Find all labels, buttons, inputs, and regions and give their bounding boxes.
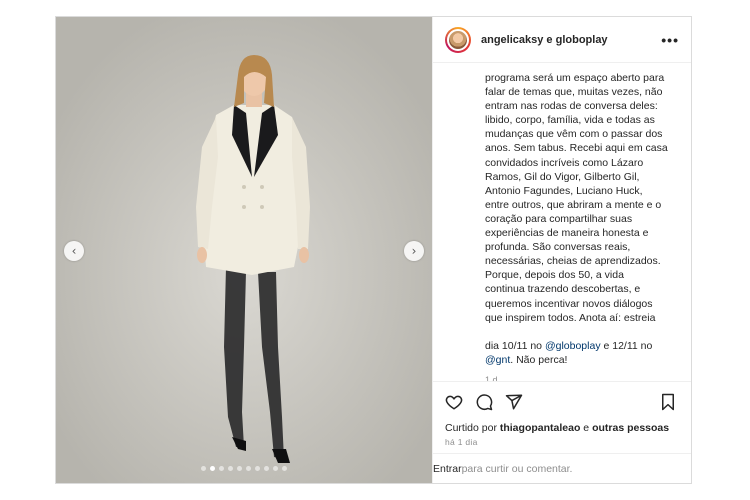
likes-summary: Curtido por thiagopantaleao e outras pes… [433,421,691,435]
carousel-prev-button[interactable]: ‹ [64,241,84,261]
post-date[interactable]: há 1 dia [433,435,691,447]
chevron-right-icon: › [411,244,417,258]
post-sidebar: angelicaksy e globoplay ••• programa ser… [432,17,691,483]
caption-tail-pre: dia 10/11 no [485,339,545,352]
avatar-image [447,28,469,51]
liked-by-others[interactable]: outras pessoas [592,422,669,434]
post-caption: programa será um espaço aberto para fala… [433,63,691,381]
action-bar [433,381,691,421]
caption-text: programa será um espaço aberto para fala… [485,72,668,324]
bookmark-icon[interactable] [657,391,679,413]
carousel-dot-active [210,466,215,471]
liked-by-prefix: Curtido por [445,422,500,434]
comment-prompt[interactable]: Entrar para curtir ou comentar. [433,453,691,483]
comment-prompt-text: para curtir ou comentar. [461,462,573,475]
avatar[interactable] [445,26,471,53]
caption-tail: dia 10/11 no @globoplay e 12/11 no @gnt. … [485,325,677,367]
mention-globoplay[interactable]: @globoplay [545,340,601,352]
carousel-dot [282,466,287,471]
carousel-dot [255,466,260,471]
post-photo[interactable]: ‹ › [56,17,432,483]
post-header: angelicaksy e globoplay ••• [433,17,691,63]
mention-gnt[interactable]: @gnt [485,354,510,366]
comment-icon[interactable] [473,391,495,413]
carousel-dot [264,466,269,471]
instagram-post: ‹ › angelicaksy e globoplay ••• programa… [55,16,692,484]
carousel-dot [228,466,233,471]
carousel-dot [246,466,251,471]
carousel-dots [56,466,432,471]
login-link[interactable]: Entrar [433,463,462,475]
share-icon[interactable] [503,391,525,413]
carousel-dot [273,466,278,471]
chevron-left-icon: ‹ [71,244,77,258]
caption-tail-mid: e 12/11 no [600,339,653,352]
photo-illustration [56,17,432,483]
liked-by-user[interactable]: thiagopantaleao [500,422,581,434]
liked-by-suffix: e [580,422,593,434]
account-names[interactable]: angelicaksy e globoplay [481,34,608,46]
carousel-dot [219,466,224,471]
heart-icon[interactable] [443,391,465,413]
carousel-dot [237,466,242,471]
caption-tail-end: . Não perca! [510,353,568,366]
carousel-next-button[interactable]: › [404,241,424,261]
carousel-dot [201,466,206,471]
caption-timestamp[interactable]: 1 d [485,373,677,381]
more-horizontal-icon[interactable]: ••• [661,32,679,48]
